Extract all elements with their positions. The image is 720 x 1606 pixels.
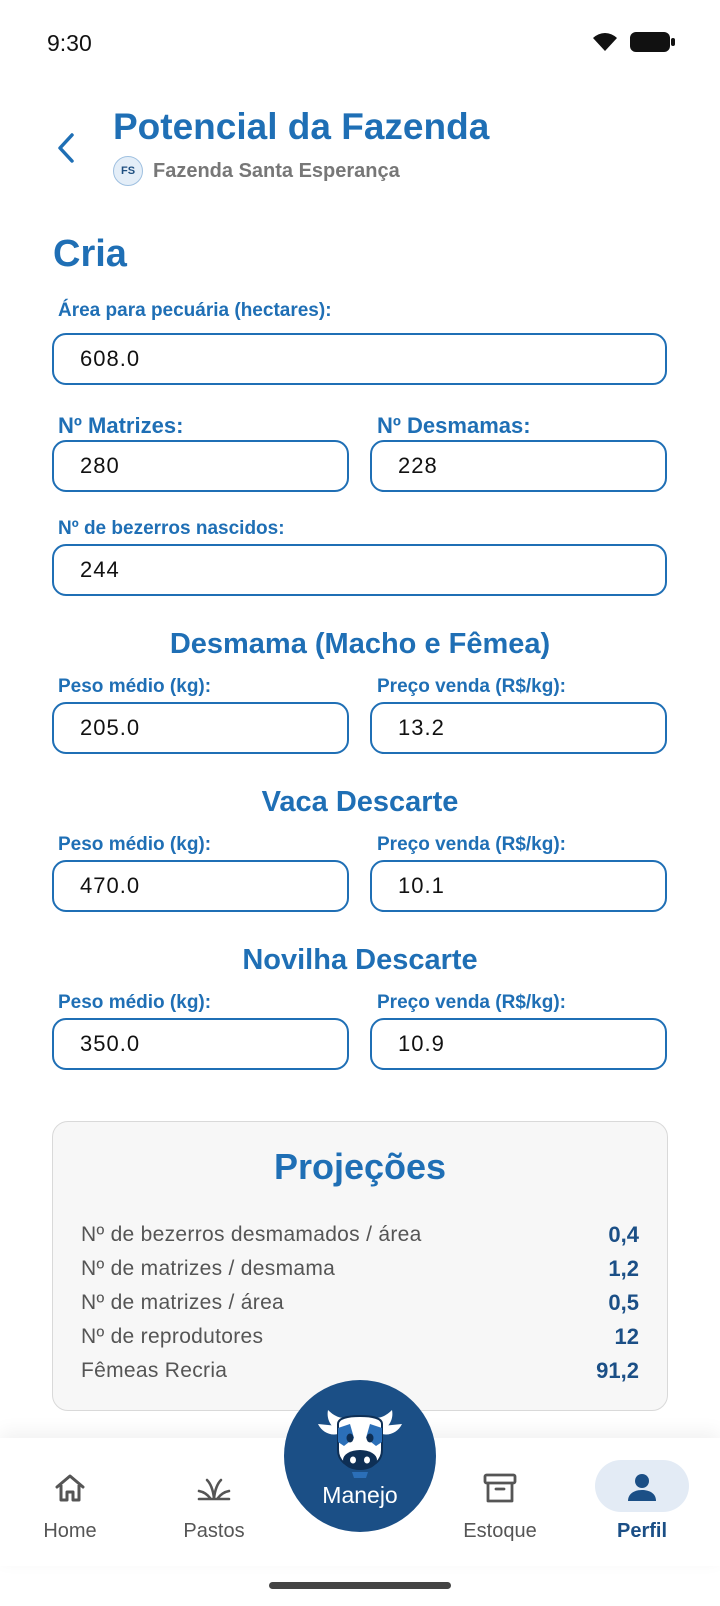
novilha-preco-input[interactable] (370, 1018, 667, 1070)
matrizes-input[interactable] (52, 440, 349, 492)
projection-row: Nº de bezerros desmamados / área 0,4 (81, 1218, 639, 1252)
nav-perfil[interactable]: Perfil (582, 1438, 702, 1566)
home-indicator[interactable] (269, 1582, 451, 1589)
archive-icon (480, 1468, 520, 1508)
home-icon (50, 1468, 90, 1508)
grass-icon (194, 1468, 234, 1508)
desmama-peso-label: Peso médio (kg): (58, 676, 212, 697)
matrizes-label: Nº Matrizes: (58, 413, 184, 438)
section-title: Cria (53, 233, 127, 275)
novilha-descarte-title: Novilha Descarte (242, 944, 478, 976)
projection-value: 1,2 (608, 1256, 639, 1281)
nav-perfil-label: Perfil (616, 1520, 668, 1542)
status-time: 9:30 (47, 30, 92, 56)
cow-icon (318, 1410, 402, 1478)
area-label: Área para pecuária (hectares): (58, 300, 332, 321)
novilha-peso-label: Peso médio (kg): (58, 992, 212, 1013)
projection-label: Nº de reprodutores (81, 1325, 264, 1348)
projections-card: Projeções Nº de bezerros desmamados / ár… (52, 1121, 668, 1411)
vaca-peso-input[interactable] (52, 860, 349, 912)
desmama-preco-input[interactable] (370, 702, 667, 754)
status-bar: 9:30 (0, 0, 720, 88)
projection-value: 0,5 (608, 1290, 639, 1315)
projection-label: Nº de bezerros desmamados / área (81, 1223, 422, 1246)
desmama-preco-label: Preço venda (R$/kg): (377, 676, 566, 697)
vaca-preco-label: Preço venda (R$/kg): (377, 834, 566, 855)
novilha-preco-label: Preço venda (R$/kg): (377, 992, 566, 1013)
manejo-label: Manejo (322, 1482, 398, 1508)
desmamas-label: Nº Desmamas: (377, 413, 531, 438)
vaca-preco-input[interactable] (370, 860, 667, 912)
desmama-peso-input[interactable] (52, 702, 349, 754)
battery-icon (630, 32, 675, 52)
farm-info: FS Fazenda Santa Esperança (113, 156, 400, 186)
chevron-left-icon (58, 133, 74, 163)
wifi-icon (593, 33, 617, 51)
projection-value: 91,2 (596, 1358, 639, 1383)
nav-home-label: Home (43, 1520, 97, 1542)
novilha-peso-input[interactable] (52, 1018, 349, 1070)
nav-estoque-label: Estoque (463, 1520, 537, 1542)
nav-estoque[interactable]: Estoque (440, 1438, 560, 1566)
projection-row: Nº de reprodutores 12 (81, 1320, 639, 1354)
projection-row: Nº de matrizes / desmama 1,2 (81, 1252, 639, 1286)
projection-label: Nº de matrizes / área (81, 1291, 285, 1314)
desmama-section-title: Desmama (Macho e Fêmea) (169, 628, 551, 660)
projection-value: 12 (614, 1324, 639, 1349)
farm-name: Fazenda Santa Esperança (153, 159, 400, 182)
projection-label: Nº de matrizes / desmama (81, 1257, 336, 1280)
farm-avatar: FS (113, 156, 143, 186)
projection-row: Nº de matrizes / área 0,5 (81, 1286, 639, 1320)
desmamas-input[interactable] (370, 440, 667, 492)
bezerros-label: Nº de bezerros nascidos: (58, 518, 285, 539)
nav-home[interactable]: Home (10, 1438, 130, 1566)
projections-title: Projeções (273, 1146, 447, 1187)
area-input[interactable] (52, 333, 667, 385)
bezerros-input[interactable] (52, 544, 667, 596)
page-header: Potencial da Fazenda FS Fazenda Santa Es… (0, 100, 720, 200)
manejo-button[interactable]: Manejo (284, 1380, 436, 1532)
vaca-peso-label: Peso médio (kg): (58, 834, 212, 855)
vaca-descarte-title: Vaca Descarte (261, 786, 459, 818)
nav-pastos[interactable]: Pastos (154, 1438, 274, 1566)
page-title: Potencial da Fazenda (113, 106, 490, 147)
back-button[interactable] (48, 130, 84, 166)
projection-label: Fêmeas Recria (81, 1359, 228, 1382)
nav-pastos-label: Pastos (183, 1520, 245, 1542)
person-icon (622, 1468, 662, 1508)
projection-value: 0,4 (608, 1222, 639, 1247)
